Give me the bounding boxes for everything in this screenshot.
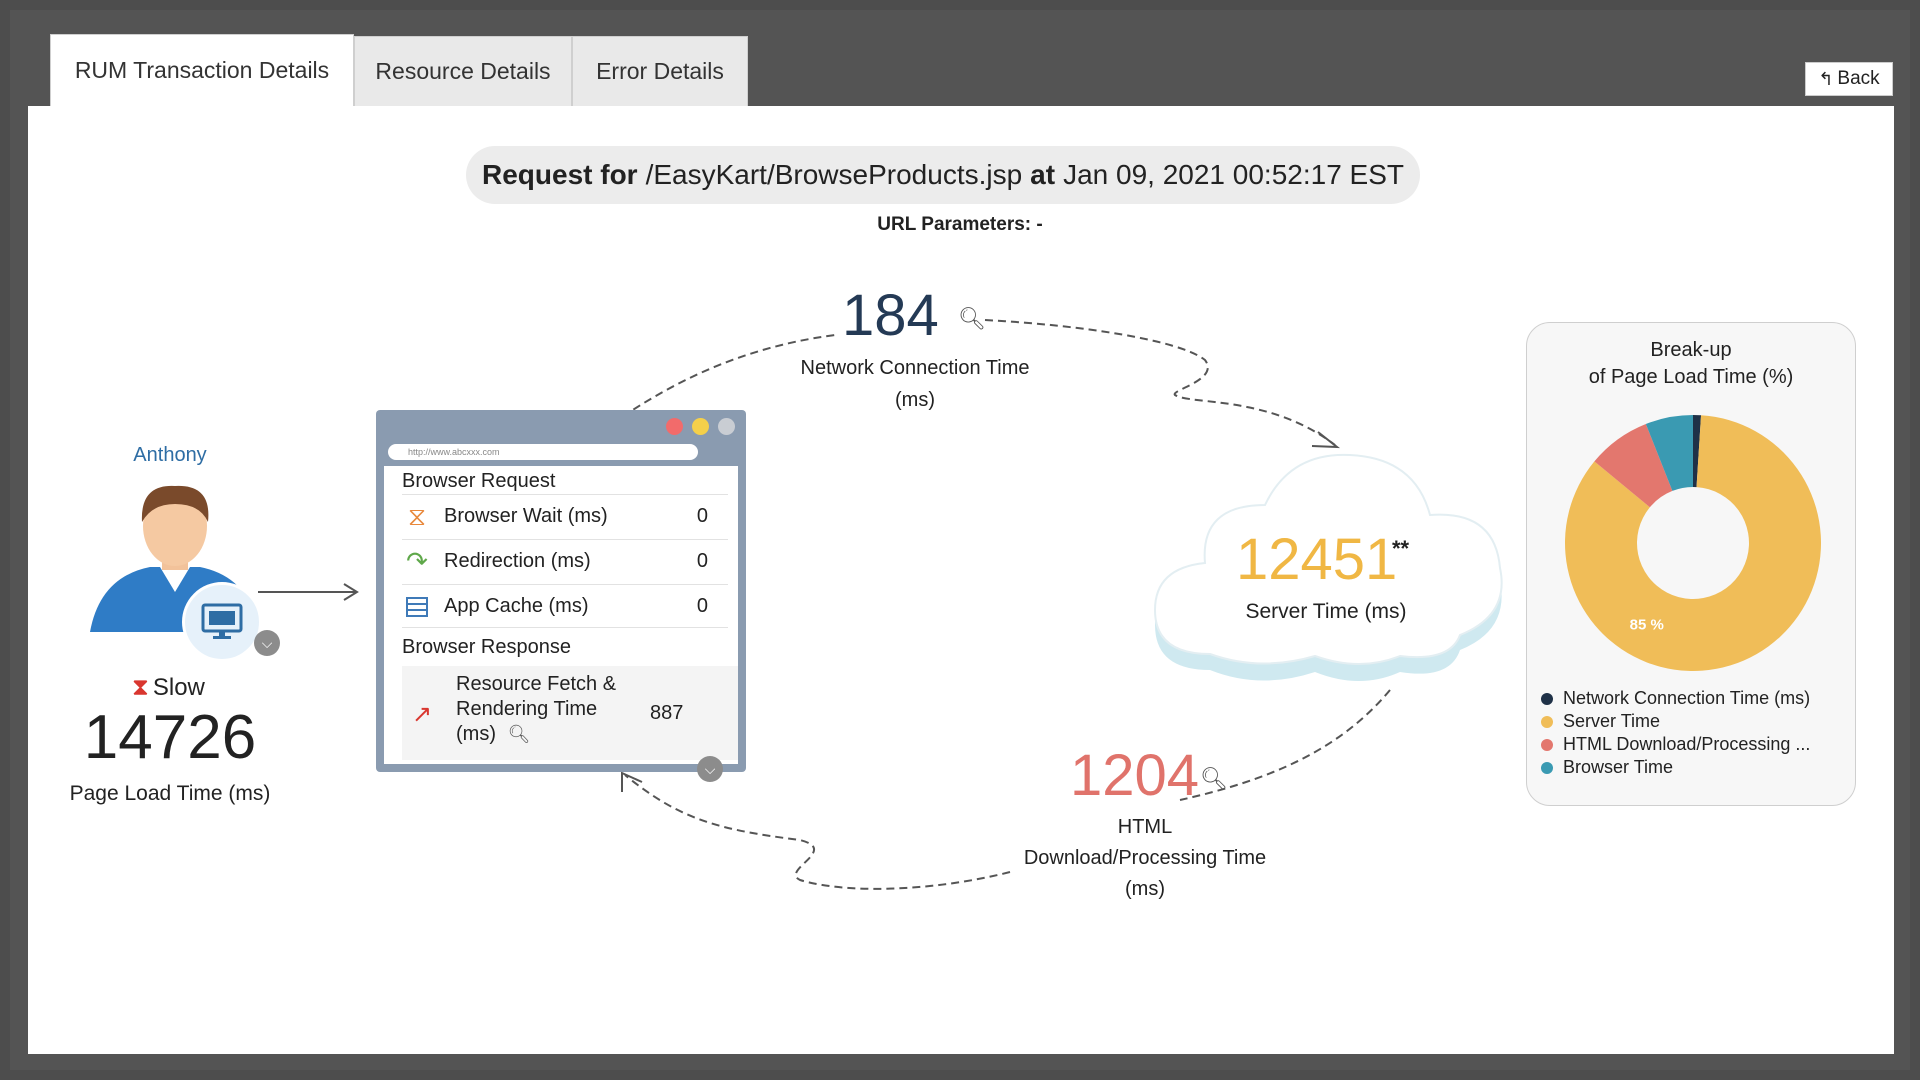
breakup-title-2: of Page Load Time (%)	[1588, 366, 1794, 388]
network-search-icon[interactable]: 🔍︎	[958, 306, 986, 332]
server-time-marker: **	[1392, 536, 1410, 561]
browser-wait-value: 0	[696, 505, 708, 527]
browser-request-title: Browser Request	[402, 470, 556, 492]
fetch-search-icon[interactable]: 🔍︎	[508, 724, 531, 744]
app-cache-row: App Cache (ms) 0	[402, 584, 728, 628]
resource-fetch-label-2: Rendering Time	[456, 698, 598, 720]
desktop-device-badge	[182, 582, 262, 662]
resource-fetch-label-3: (ms)	[456, 723, 496, 745]
monitor-icon	[201, 603, 243, 639]
legend-swatch	[1541, 715, 1553, 728]
slow-status: ⧗ Slow	[132, 674, 205, 702]
donut-data-label-1: 85 %	[1630, 616, 1664, 633]
html-download-label: HTML Download/Processing Time (ms)	[1000, 812, 1290, 905]
redirect-arrow-icon: ↷	[406, 546, 428, 576]
browser-response-title: Browser Response	[402, 636, 571, 658]
breakup-title: Break-up of Page Load Time (%)	[1527, 337, 1855, 391]
legend-swatch	[1541, 738, 1553, 751]
redirection-label: Redirection (ms)	[444, 550, 591, 572]
legend-item[interactable]: Network Connection Time (ms)	[1541, 687, 1810, 710]
browser-details-chevron-icon[interactable]: ⌵	[697, 756, 723, 782]
user-details-chevron-icon[interactable]: ⌵	[254, 630, 280, 656]
breakup-legend: Network Connection Time (ms) Server Time H…	[1541, 687, 1810, 779]
legend-label: HTML Download/Processing ...	[1563, 734, 1811, 754]
hourglass-orange-icon: ⧖	[407, 500, 427, 531]
html-download-label-3: (ms)	[1125, 878, 1165, 900]
legend-swatch	[1541, 761, 1553, 774]
html-download-label-1: HTML	[1117, 816, 1173, 838]
redirection-row: ↷ Redirection (ms) 0	[402, 539, 728, 583]
server-time-label: Server Time (ms)	[1245, 600, 1407, 623]
legend-item[interactable]: HTML Download/Processing ...	[1541, 733, 1810, 756]
browser-wait-row: ⧖ Browser Wait (ms) 0	[402, 494, 728, 538]
resource-fetch-label-1: Resource Fetch &	[456, 673, 617, 695]
breakup-donut-chart: 85 %	[1565, 415, 1821, 671]
page-load-time-value: 14726	[83, 703, 257, 772]
arrow-html-to-browser	[624, 774, 1011, 890]
legend-item[interactable]: Browser Time	[1541, 756, 1810, 779]
legend-swatch	[1541, 692, 1553, 705]
resource-fetch-value: 887	[650, 702, 684, 724]
app-cache-label: App Cache (ms)	[444, 594, 589, 617]
maximize-dot-icon	[718, 418, 735, 435]
breakup-panel: Break-up of Page Load Time (%) 85 % Netw…	[1526, 322, 1856, 806]
user-name[interactable]: Anthony	[110, 444, 230, 467]
address-bar: http://www.abcxxx.com	[388, 444, 698, 460]
slow-label: Slow	[152, 674, 205, 701]
html-search-icon[interactable]: 🔍︎	[1200, 766, 1228, 792]
minimize-dot-icon	[692, 418, 709, 435]
html-download-value: 1204	[1070, 743, 1200, 808]
app-cache-value: 0	[696, 594, 708, 617]
rocket-icon: ↗	[412, 701, 433, 728]
browser-panel: Browser Request ⧖ Browser Wait (ms) 0 ↷ …	[384, 466, 738, 764]
network-time-label-1: Network Connection Time	[800, 357, 1030, 379]
network-time-label: Network Connection Time (ms)	[780, 352, 1050, 416]
legend-label: Browser Time	[1563, 757, 1674, 777]
legend-label: Network Connection Time (ms)	[1563, 688, 1811, 708]
legend-item[interactable]: Server Time	[1541, 710, 1810, 733]
close-dot-icon	[666, 418, 683, 435]
hourglass-icon: ⧗	[132, 674, 149, 701]
breakup-title-1: Break-up	[1650, 339, 1732, 361]
network-time-label-2: (ms)	[895, 389, 935, 411]
browser-wait-label: Browser Wait (ms)	[444, 505, 608, 527]
server-time-value: 12451	[1236, 527, 1398, 592]
app-cache-icon	[402, 591, 432, 621]
browser-window: http://www.abcxxx.com Browser Request ⧖ …	[376, 410, 746, 772]
html-download-label-2: Download/Processing Time	[1023, 847, 1267, 869]
redirection-value: 0	[696, 550, 708, 572]
legend-label: Server Time	[1563, 711, 1661, 731]
page-load-time-label: Page Load Time (ms)	[69, 782, 271, 805]
resource-fetch-row: ↗ Resource Fetch & Rendering Time (ms) 🔍…	[402, 666, 738, 760]
network-time-value: 184	[842, 283, 939, 348]
